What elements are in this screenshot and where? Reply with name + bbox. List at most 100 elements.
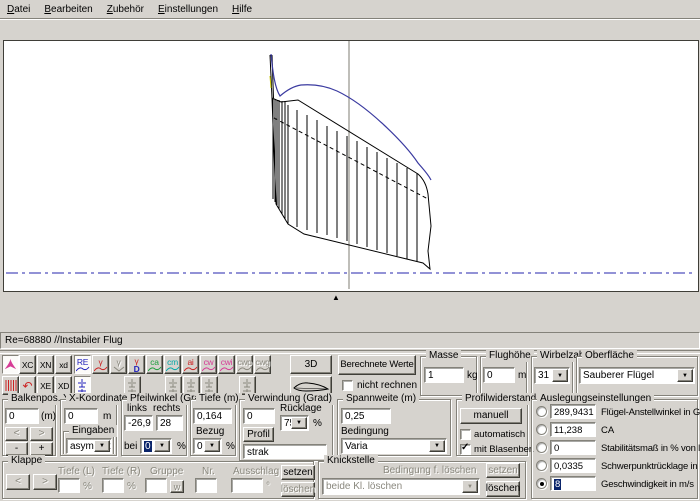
ausschlag-input[interactable] (231, 478, 263, 493)
knickstelle-select[interactable]: beide Kl. löschen ▼ (322, 478, 480, 495)
xn-button[interactable]: XN (37, 355, 54, 374)
view-3d-button[interactable]: 3D (290, 355, 332, 374)
gruppe-input[interactable] (145, 478, 167, 493)
wing-plot-canvas[interactable] (3, 40, 699, 292)
auslegung-radio-stabilitaet[interactable] (536, 442, 547, 453)
gamma-d-button[interactable]: γ D (128, 355, 145, 374)
verwindung-input[interactable]: 0 (243, 408, 275, 424)
chevron-down-icon[interactable]: ▼ (154, 440, 170, 452)
profil-input[interactable]: strak (243, 444, 327, 459)
spannweite-input[interactable]: 0,25 (341, 408, 391, 424)
tiefe-input[interactable]: 0,164 (193, 408, 232, 424)
nicht-rechnen-checkbox[interactable] (342, 380, 353, 391)
balkenpos-minus-button[interactable]: - (5, 442, 28, 456)
ausschlag-degree: ° (266, 481, 270, 493)
xd-small-button[interactable]: xd (55, 355, 72, 374)
cwg-curve-button-disabled[interactable]: cwg (254, 355, 271, 374)
knickstelle-loeschen-button[interactable]: löschen (486, 481, 520, 497)
berechnete-werte-button[interactable]: Berechnete Werte (338, 355, 416, 375)
pfeilwinkel-links-input[interactable]: -26,9 (124, 415, 153, 431)
xkoordinate-input[interactable]: 0 (64, 408, 98, 424)
cwp-curve-button-disabled[interactable]: cwp (236, 355, 253, 374)
masse-input[interactable]: 1 (424, 367, 464, 383)
re-curve-toggle[interactable]: RE (74, 355, 91, 374)
stabilitaet-label: Stabilitätsmaß in % von lu (601, 443, 700, 455)
mit-blasenber-checkbox[interactable]: ✓ (460, 444, 471, 455)
balkenpos-plus-button[interactable]: + (30, 442, 53, 456)
chevron-down-icon[interactable]: ▼ (552, 369, 568, 382)
pfeilwinkel-rechts-input[interactable]: 28 (156, 415, 183, 431)
chevron-down-icon[interactable]: ▼ (462, 480, 478, 493)
knickstelle-setzen-button[interactable]: setzen (486, 463, 520, 478)
automatisch-checkbox[interactable] (460, 429, 471, 440)
ruecklage-select[interactable]: 75 ▼ (280, 415, 309, 431)
ruecklage-label: Rücklage (280, 403, 322, 415)
geschwindigkeit-input[interactable]: 8 (550, 476, 596, 491)
cm-curve-icon (166, 366, 180, 372)
eingaben-select[interactable]: asymmet ▼ (66, 438, 112, 454)
gamma-v-icon (112, 366, 126, 372)
automatisch-label: automatisch (474, 429, 525, 441)
auslegung-radio-schwerpunkt[interactable] (536, 460, 547, 471)
tiefe-r-input[interactable] (102, 478, 124, 493)
auslegung-radio-anstellwinkel[interactable] (536, 406, 547, 417)
wirbelzahl-select[interactable]: 31 ▼ (534, 367, 570, 384)
dash-line-icon (203, 379, 216, 393)
menu-einstellungen[interactable]: Einstellungen (151, 2, 225, 17)
chevron-down-icon[interactable]: ▼ (429, 440, 445, 452)
menu-bearbeiten[interactable]: Bearbeiten (37, 2, 99, 17)
bei-select[interactable]: 0 ▼ (140, 438, 172, 454)
ai-curve-icon (184, 366, 198, 372)
glider-view-toggle[interactable] (2, 355, 19, 374)
chevron-down-icon[interactable]: ▼ (291, 417, 307, 429)
klappe-prev-button[interactable]: < (6, 474, 30, 490)
profil-button[interactable]: Profil (243, 427, 274, 442)
menu-datei[interactable]: Datei (0, 2, 37, 17)
geschwindigkeit-label: Geschwindigkeit in m/s (601, 479, 694, 491)
xc-button[interactable]: XC (19, 355, 36, 374)
cw-curve-button[interactable]: cw (200, 355, 217, 374)
menu-zubehoer[interactable]: Zubehör (100, 2, 151, 17)
application-window: Datei Bearbeiten Zubehör Einstellungen H… (0, 0, 700, 501)
chevron-down-icon[interactable]: ▼ (204, 440, 220, 452)
schwerpunkt-input[interactable]: 0,0335 (550, 458, 596, 473)
menu-bar: Datei Bearbeiten Zubehör Einstellungen H… (0, 0, 700, 19)
tiefe-l-input[interactable] (58, 478, 80, 493)
ca-curve-button[interactable]: ca (146, 355, 163, 374)
ruecklage-percent: % (313, 418, 322, 430)
gamma-curve-button[interactable]: γ (92, 355, 109, 374)
bezug-select[interactable]: 0 ▼ (193, 438, 222, 454)
auslegung-radio-geschwindigkeit[interactable] (536, 478, 547, 489)
undo-icon: ↶ (22, 381, 32, 391)
oberflaeche-select[interactable]: Sauberer Flügel ▼ (579, 367, 695, 384)
klappe-setzen-button[interactable]: setzen (281, 465, 315, 480)
position-marker[interactable]: ▲ (332, 292, 340, 304)
ca-label: CA (601, 425, 614, 437)
balkenpos-unit: (m) (41, 411, 56, 423)
flughoehe-input[interactable]: 0 (483, 367, 515, 383)
anstellwinkel-input[interactable]: 289,9431 (550, 404, 596, 419)
balkenpos-prev-button[interactable]: < (5, 427, 28, 441)
check-icon: ✓ (461, 442, 469, 453)
stabilitaet-input[interactable]: 0 (550, 440, 596, 455)
balkenpos-input[interactable]: 0 (5, 408, 39, 424)
ai-curve-button[interactable]: ai (182, 355, 199, 374)
menu-hilfe[interactable]: Hilfe (225, 2, 259, 17)
chevron-down-icon[interactable]: ▼ (677, 369, 693, 382)
pfeilwinkel-rechts-label: rechts (153, 403, 180, 415)
balkenpos-next-button[interactable]: > (30, 427, 53, 441)
manuell-button[interactable]: manuell (460, 408, 522, 424)
gamma-v-button-disabled[interactable]: γ (110, 355, 127, 374)
gruppe-w-button[interactable]: w (170, 480, 184, 493)
klappe-loeschen-button[interactable]: löschen (281, 482, 315, 497)
chevron-down-icon[interactable]: ▼ (94, 440, 110, 452)
bedingung-select[interactable]: Varia ▼ (341, 438, 447, 454)
auslegung-radio-ca[interactable] (536, 424, 547, 435)
klappe-next-button[interactable]: > (33, 474, 57, 490)
tiefe-l-label: Tiefe (L) (58, 466, 95, 478)
cwi-curve-button[interactable]: cwi (218, 355, 235, 374)
nr-input[interactable] (195, 478, 217, 493)
bei-label: bei (124, 441, 137, 453)
cm-curve-button[interactable]: cm (164, 355, 181, 374)
ca-input[interactable]: 11,238 (550, 422, 596, 437)
